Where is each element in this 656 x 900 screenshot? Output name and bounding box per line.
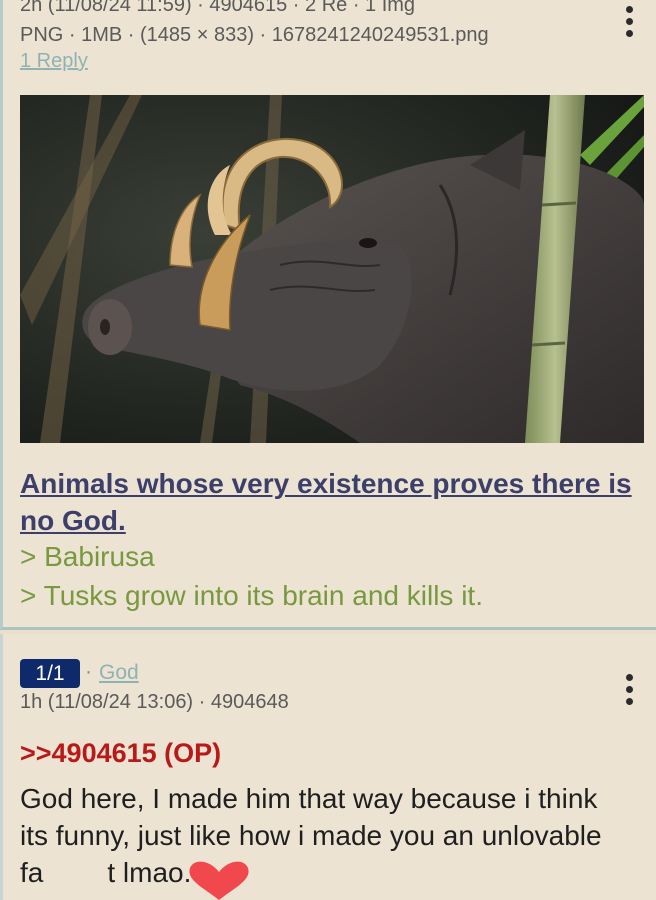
- op-post: 2h (11/08/24 11:59) · 4904615 · 2 Re · 1…: [0, 0, 656, 630]
- heart-emoji-icon: [189, 861, 249, 900]
- poster-id-badge[interactable]: 1/1: [20, 659, 80, 688]
- op-meta-line-1: 2h (11/08/24 11:59) · 4904615 · 2 Re · 1…: [20, 0, 416, 16]
- poster-name-link[interactable]: God: [99, 661, 139, 685]
- post-subject: Animals whose very existence proves ther…: [20, 468, 632, 536]
- reply-post: 1/1 · God 1h (11/08/24 13:06) · 4904648 …: [0, 634, 656, 900]
- reply-body-tail: t lmao.: [107, 857, 192, 888]
- greentext-line-1: > Babirusa: [20, 541, 155, 572]
- kebab-menu-icon[interactable]: [626, 674, 633, 710]
- reply-body: God here, I made him that way because i …: [20, 780, 620, 891]
- separator: ·: [85, 660, 92, 683]
- kebab-menu-icon[interactable]: [626, 6, 633, 42]
- quote-link[interactable]: >>4904615 (OP): [20, 738, 221, 769]
- op-reply-count-link[interactable]: 1 Reply: [20, 50, 88, 73]
- op-file-info[interactable]: PNG · 1MB · (1485 × 833) · 1678241240249…: [20, 24, 489, 47]
- babirusa-image[interactable]: [20, 95, 644, 443]
- greentext-line-2: > Tusks grow into its brain and kills it…: [20, 580, 483, 611]
- reply-meta: 1h (11/08/24 13:06) · 4904648: [20, 691, 289, 713]
